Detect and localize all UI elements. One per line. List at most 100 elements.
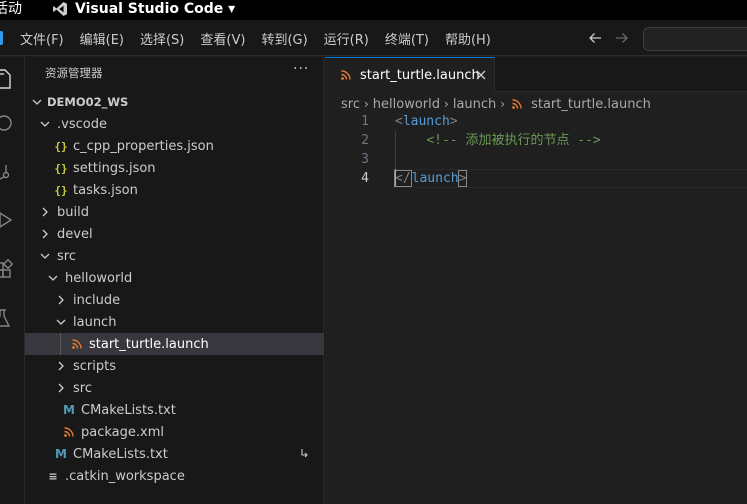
tree-folder[interactable]: launch bbox=[25, 311, 324, 333]
close-icon[interactable] bbox=[475, 69, 487, 81]
vscode-corner-icon bbox=[0, 31, 3, 45]
tree-folder[interactable]: build bbox=[25, 201, 324, 223]
chevron-right-icon: › bbox=[500, 97, 506, 111]
tree-item-label: .vscode bbox=[57, 116, 107, 132]
tree-item-label: CMakeLists.txt bbox=[73, 446, 168, 462]
breadcrumb-src[interactable]: src bbox=[341, 97, 360, 112]
tree-file[interactable]: package.xml bbox=[25, 421, 324, 443]
tree-item-label: c_cpp_properties.json bbox=[73, 138, 214, 154]
tree-folder[interactable]: include bbox=[25, 289, 324, 311]
breadcrumb-launch[interactable]: launch bbox=[453, 97, 496, 112]
tree-file[interactable]: {} tasks.json bbox=[25, 179, 324, 201]
workspace-root-label: DEMO02_WS bbox=[47, 95, 129, 109]
breadcrumb: src › helloworld › launch › start_turtle… bbox=[341, 94, 651, 114]
system-top-bar: 活动 Visual Studio Code ▾ bbox=[0, 0, 747, 20]
search-icon[interactable] bbox=[0, 113, 14, 135]
tree-item-label: include bbox=[73, 292, 121, 308]
json-file-icon: {} bbox=[54, 183, 68, 197]
chevron-right-icon bbox=[58, 295, 64, 305]
tree-item-label: build bbox=[57, 204, 89, 220]
explorer-icon[interactable] bbox=[0, 68, 14, 90]
run-debug-icon[interactable] bbox=[0, 209, 14, 231]
line-number: 3 bbox=[361, 152, 369, 167]
json-file-icon: {} bbox=[54, 161, 68, 175]
tree-folder[interactable]: src bbox=[25, 377, 324, 399]
activities-button[interactable]: 活动 bbox=[0, 0, 22, 18]
extensions-icon[interactable] bbox=[0, 259, 14, 281]
arrow-left-icon[interactable] bbox=[586, 29, 604, 47]
testing-icon[interactable] bbox=[0, 307, 14, 329]
code-line-2[interactable]: <!-- 添加被执行的节点 --> bbox=[395, 131, 601, 150]
cmake-file-icon: M bbox=[55, 447, 67, 461]
chevron-down-icon bbox=[48, 275, 58, 281]
tree-file[interactable]: {} c_cpp_properties.json bbox=[25, 135, 324, 157]
tree-file[interactable]: ≡ .catkin_workspace bbox=[25, 465, 324, 487]
rss-file-icon bbox=[338, 67, 354, 83]
line-number: 2 bbox=[361, 133, 369, 148]
menu-item-1[interactable]: 编辑(E) bbox=[80, 29, 124, 48]
code-editor[interactable]: src › helloworld › launch › start_turtle… bbox=[325, 92, 747, 504]
breadcrumb-file[interactable]: start_turtle.launch bbox=[531, 97, 651, 112]
caret-down-icon: ▾ bbox=[228, 1, 236, 17]
arrow-right-icon[interactable] bbox=[613, 29, 631, 47]
rss-file-icon bbox=[69, 336, 85, 352]
menu-item-3[interactable]: 查看(V) bbox=[200, 29, 245, 48]
tree-file[interactable]: M CMakeLists.txt bbox=[25, 443, 324, 465]
menu-item-4[interactable]: 转到(G) bbox=[261, 29, 307, 48]
breadcrumb-helloworld[interactable]: helloworld bbox=[373, 97, 440, 112]
text-file-icon: ≡ bbox=[48, 469, 58, 483]
cmake-file-icon: M bbox=[63, 403, 75, 417]
code-line-1[interactable]: <launch> bbox=[395, 112, 458, 131]
chevron-down-icon bbox=[40, 253, 50, 259]
chevron-right-icon bbox=[58, 383, 64, 393]
chevron-down-icon bbox=[40, 121, 50, 127]
tree-item-label: start_turtle.launch bbox=[89, 336, 209, 352]
tree-item-label: scripts bbox=[73, 358, 116, 374]
chevron-right-icon bbox=[42, 207, 48, 217]
title-bar: 文件(F) 编辑(E) 选择(S) 查看(V) 转到(G) 运行(R) 终端(T) 帮助(H) bbox=[0, 20, 747, 56]
explorer-sidebar: 资源管理器 ··· DEMO02_WS .vscode {} c_cpp_prope… bbox=[25, 57, 324, 504]
tree-file[interactable]: {} settings.json bbox=[25, 157, 324, 179]
tree-folder[interactable]: devel bbox=[25, 223, 324, 245]
tree-file[interactable]: start_turtle.launch bbox=[25, 333, 324, 355]
tree-item-label: .catkin_workspace bbox=[65, 468, 185, 484]
tree-folder[interactable]: helloworld bbox=[25, 267, 324, 289]
chevron-down-icon bbox=[32, 99, 42, 105]
tree-folder[interactable]: scripts bbox=[25, 355, 324, 377]
menu-bar: 文件(F) 编辑(E) 选择(S) 查看(V) 转到(G) 运行(R) 终端(T) 帮助(H) bbox=[20, 20, 507, 56]
tree-folder[interactable]: src bbox=[25, 245, 324, 267]
tab-label: start_turtle.launch bbox=[360, 67, 480, 83]
source-control-icon[interactable] bbox=[0, 161, 14, 183]
menu-item-2[interactable]: 选择(S) bbox=[140, 29, 184, 48]
ellipsis-icon[interactable]: ··· bbox=[293, 61, 309, 77]
menu-item-0[interactable]: 文件(F) bbox=[20, 29, 64, 48]
tree-item-label: helloworld bbox=[65, 270, 133, 286]
command-center-search[interactable] bbox=[643, 27, 747, 51]
chevron-right-icon bbox=[42, 229, 48, 239]
menu-item-6[interactable]: 终端(T) bbox=[385, 29, 429, 48]
tree-folder[interactable]: .vscode bbox=[25, 113, 324, 135]
rss-file-icon bbox=[509, 96, 525, 112]
tree-item-label: launch bbox=[73, 314, 117, 330]
code-line-4[interactable]: </launch> bbox=[394, 169, 468, 188]
rss-file-icon bbox=[61, 424, 77, 440]
menu-item-7[interactable]: 帮助(H) bbox=[445, 29, 491, 48]
vscode-logo-icon bbox=[53, 2, 67, 16]
tree-item-label: devel bbox=[57, 226, 93, 242]
activity-bar bbox=[0, 57, 25, 504]
app-title-menu[interactable]: Visual Studio Code ▾ bbox=[75, 0, 235, 18]
json-file-icon: {} bbox=[54, 139, 68, 153]
chevron-right-icon: › bbox=[363, 97, 369, 111]
workspace-root[interactable]: DEMO02_WS bbox=[25, 91, 324, 113]
tab-start-turtle-launch[interactable]: start_turtle.launch bbox=[325, 57, 495, 92]
tree-item-label: src bbox=[57, 248, 76, 264]
chevron-right-icon: › bbox=[444, 97, 449, 111]
xml-comment: <!-- 添加被执行的节点 --> bbox=[426, 133, 601, 148]
explorer-title: 资源管理器 bbox=[45, 66, 103, 80]
chevron-down-icon bbox=[56, 319, 66, 325]
menu-item-5[interactable]: 运行(R) bbox=[324, 29, 369, 48]
chevron-right-icon bbox=[58, 361, 64, 371]
tree-file[interactable]: M CMakeLists.txt bbox=[25, 399, 324, 421]
tree-item-label: settings.json bbox=[73, 160, 156, 176]
tree-item-label: src bbox=[73, 380, 92, 396]
